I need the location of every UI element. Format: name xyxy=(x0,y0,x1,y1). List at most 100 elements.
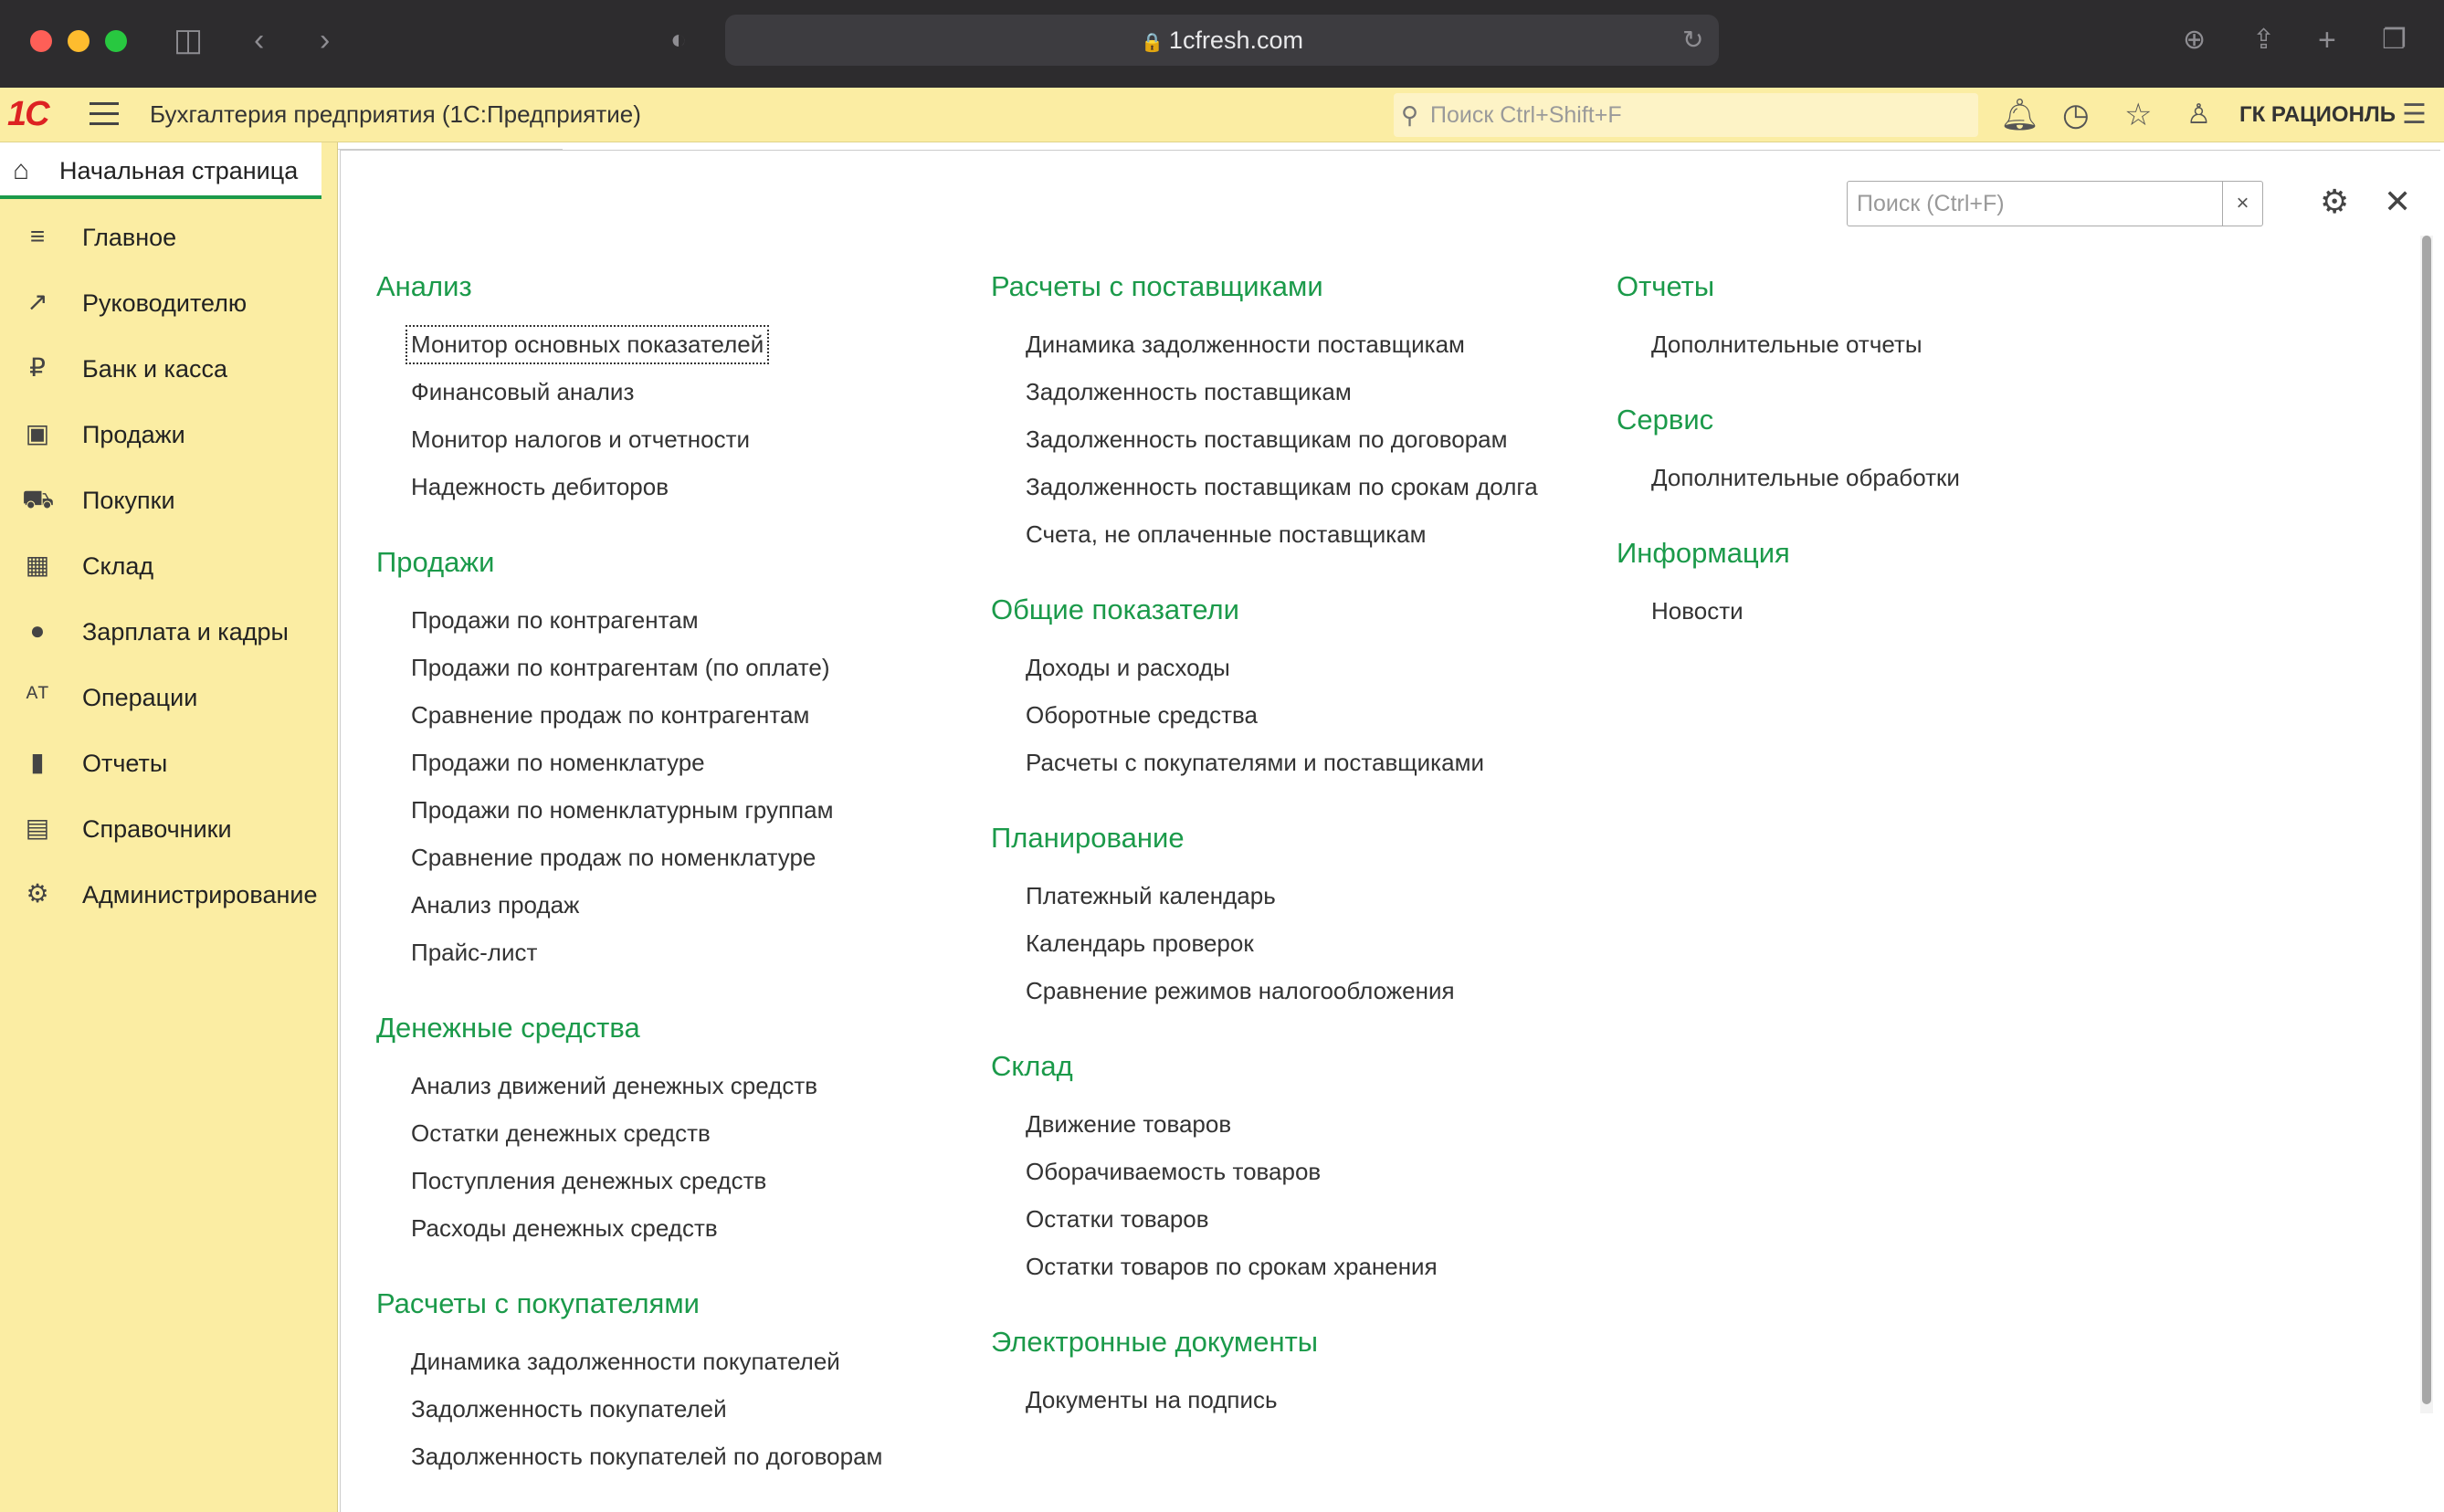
bell-icon[interactable]: 🔔︎ xyxy=(2000,95,2039,135)
grid-icon: ▦ xyxy=(25,551,50,579)
sidebar-item[interactable]: ▤ Справочники xyxy=(0,802,338,856)
panel-search-input[interactable]: Поиск (Ctrl+F) × xyxy=(1847,181,2263,226)
share-icon[interactable]: ⇪ xyxy=(2252,22,2275,58)
report-link[interactable]: Динамика задолженности покупателей xyxy=(411,1348,840,1376)
menu-icon[interactable] xyxy=(90,102,119,128)
report-link[interactable]: Новости xyxy=(1651,597,1743,625)
report-link[interactable]: Поступления денежных средств xyxy=(411,1167,766,1195)
report-link[interactable]: Продажи по контрагентам (по оплате) xyxy=(411,654,830,682)
sidebar-item[interactable]: ▦ Склад xyxy=(0,539,338,593)
ruble-icon: ₽ xyxy=(29,353,46,382)
report-link[interactable]: Остатки товаров xyxy=(1026,1205,1209,1234)
list-icon: ≡ xyxy=(29,222,46,250)
minimize-window-button[interactable] xyxy=(68,30,90,52)
address-bar[interactable]: 🔒 1cfresh.com xyxy=(725,15,1719,66)
history-icon[interactable]: ◷ xyxy=(2062,95,2090,135)
report-link[interactable]: Монитор основных показателей xyxy=(405,325,770,364)
section-title: Склад xyxy=(991,1050,1073,1082)
search-icon: ⚲ xyxy=(1401,101,1419,129)
section-title: Продажи xyxy=(376,546,495,578)
sidebar-item[interactable]: ↗ Руководителю xyxy=(0,276,338,331)
report-link[interactable]: Надежность дебиторов xyxy=(411,473,669,501)
report-link[interactable]: Расходы денежных средств xyxy=(411,1214,718,1243)
sidebar-item[interactable]: ⛟ Покупки xyxy=(0,473,338,528)
sidebar-item-label: Отчеты xyxy=(82,750,168,777)
app-title: Бухгалтерия предприятия (1С:Предприятие) xyxy=(150,100,641,128)
sidebar-item-label: Администрирование xyxy=(82,881,318,908)
gear-icon[interactable]: ⚙ xyxy=(2320,183,2349,221)
forward-icon[interactable]: › xyxy=(320,22,330,58)
report-link[interactable]: Задолженность покупателей xyxy=(411,1395,727,1423)
report-link[interactable]: Платежный календарь xyxy=(1026,882,1276,910)
report-link[interactable]: Расчеты с покупателями и поставщиками xyxy=(1026,749,1484,777)
section-title: Расчеты с покупателями xyxy=(376,1287,700,1319)
sidebar-item[interactable]: ₽ Банк и касса xyxy=(0,341,338,396)
sidebar-item-label: Продажи xyxy=(82,421,185,448)
report-link[interactable]: Счета, не оплаченные поставщикам xyxy=(1026,520,1427,549)
report-link[interactable]: Сравнение продаж по номенклатуре xyxy=(411,844,816,872)
sidebar-item[interactable]: ▮ Отчеты xyxy=(0,736,338,791)
sidebar-item[interactable]: ≡ Главное xyxy=(0,210,338,265)
report-link[interactable]: Задолженность поставщикам по договорам xyxy=(1026,425,1508,454)
gear-icon: ⚙ xyxy=(26,879,49,908)
person-icon: ● xyxy=(29,616,46,645)
report-link[interactable]: Оборачиваемость товаров xyxy=(1026,1158,1321,1186)
global-search-placeholder: Поиск Ctrl+Shift+F xyxy=(1430,102,1622,128)
report-link[interactable]: Динамика задолженности поставщикам xyxy=(1026,331,1465,359)
section-title: Информация xyxy=(1617,537,1790,569)
section-title: Общие показатели xyxy=(991,593,1239,625)
report-link[interactable]: Задолженность поставщикам xyxy=(1026,378,1352,406)
clear-search-button[interactable]: × xyxy=(2222,182,2262,226)
shield-icon[interactable]: ◐ xyxy=(670,22,687,58)
app-header: 1С Бухгалтерия предприятия (1С:Предприят… xyxy=(0,88,2444,142)
report-link[interactable]: Доходы и расходы xyxy=(1026,654,1230,682)
report-link[interactable]: Сравнение продаж по контрагентам xyxy=(411,701,809,730)
close-icon[interactable]: ✕ xyxy=(2384,183,2411,221)
reload-icon[interactable]: ↻ xyxy=(1682,22,1703,58)
section-title: Отчеты xyxy=(1617,270,1715,302)
report-link[interactable]: Остатки товаров по срокам хранения xyxy=(1026,1253,1438,1281)
report-link[interactable]: Дополнительные обработки xyxy=(1651,464,1960,492)
home-tab[interactable]: ⌂ Начальная страница xyxy=(0,142,321,199)
sidebar-icon[interactable]: ◫ xyxy=(174,22,203,58)
download-icon[interactable]: ⊕ xyxy=(2183,22,2206,58)
trend-icon: ↗ xyxy=(26,288,48,316)
report-link[interactable]: Финансовый анализ xyxy=(411,378,634,406)
report-link[interactable]: Остатки денежных средств xyxy=(411,1119,711,1148)
sidebar-item-label: Руководителю xyxy=(82,289,248,317)
close-window-button[interactable] xyxy=(30,30,52,52)
browser-toolbar: ◫ ‹ › ◐ 🔒 1cfresh.com ↻ ⊕ ⇪ + ❐ xyxy=(0,0,2444,88)
1c-logo: 1С xyxy=(7,95,50,133)
report-link[interactable]: Оборотные средства xyxy=(1026,701,1258,730)
tabs-icon[interactable]: ❐ xyxy=(2382,22,2407,58)
report-link[interactable]: Документы на подпись xyxy=(1026,1386,1278,1414)
report-link[interactable]: Продажи по номенклатуре xyxy=(411,749,705,777)
report-link[interactable]: Задолженность покупателей по договорам xyxy=(411,1443,882,1471)
report-link[interactable]: Продажи по номенклатурным группам xyxy=(411,796,833,824)
report-link[interactable]: Монитор налогов и отчетности xyxy=(411,425,750,454)
report-link[interactable]: Анализ продаж xyxy=(411,891,579,919)
home-icon: ⌂ xyxy=(13,155,30,185)
report-link[interactable]: Задолженность поставщикам по срокам долг… xyxy=(1026,473,1538,501)
star-icon[interactable]: ☆ xyxy=(2124,95,2152,135)
scrollbar-thumb[interactable] xyxy=(2422,236,2431,1404)
global-search-input[interactable]: ⚲ Поиск Ctrl+Shift+F xyxy=(1394,93,1978,137)
settings-menu-icon[interactable]: ☰ xyxy=(2402,95,2427,135)
sidebar-item[interactable]: ᴬᵀ Операции xyxy=(0,670,338,725)
report-link[interactable]: Анализ движений денежных средств xyxy=(411,1072,817,1100)
sidebar-item[interactable]: ⚙ Администрирование xyxy=(0,867,338,922)
report-link[interactable]: Движение товаров xyxy=(1026,1110,1231,1139)
report-link[interactable]: Прайс-лист xyxy=(411,939,537,967)
report-link[interactable]: Дополнительные отчеты xyxy=(1651,331,1923,359)
sidebar-item-label: Покупки xyxy=(82,487,175,514)
report-link[interactable]: Сравнение режимов налогообложения xyxy=(1026,977,1455,1005)
sidebar-item[interactable]: ▣ Продажи xyxy=(0,407,338,462)
report-link[interactable]: Продажи по контрагентам xyxy=(411,606,699,635)
org-name[interactable]: ГК РАЦИОНЛЬ xyxy=(2239,102,2396,128)
zoom-window-button[interactable] xyxy=(105,30,127,52)
back-icon[interactable]: ‹ xyxy=(254,22,264,58)
sidebar-item[interactable]: ● Зарплата и кадры xyxy=(0,604,338,659)
user-icon[interactable]: ♙ xyxy=(2186,95,2211,135)
report-link[interactable]: Календарь проверок xyxy=(1026,929,1254,958)
new-tab-icon[interactable]: + xyxy=(2318,22,2336,58)
